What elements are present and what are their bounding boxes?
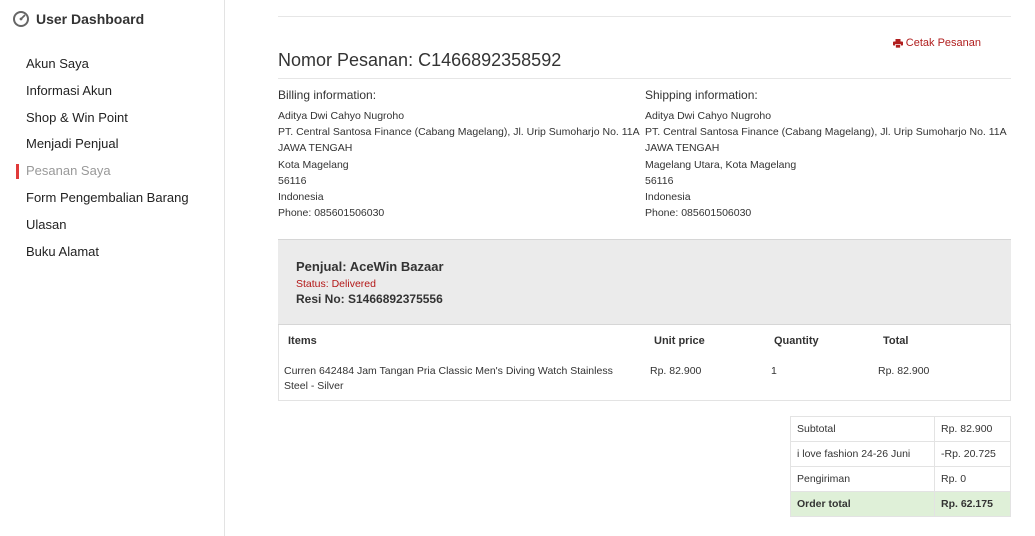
header-total: Total — [883, 335, 909, 347]
subtotal-value: Rp. 82.900 — [934, 416, 1011, 442]
totals-row: Order total Rp. 62.175 — [790, 491, 1011, 517]
sidebar-item-akun-saya[interactable]: Akun Saya — [16, 51, 189, 78]
totals-row: Subtotal Rp. 82.900 — [790, 416, 1011, 442]
item-name: Curren 642484 Jam Tangan Pria Classic Me… — [284, 364, 634, 394]
order-total-label: Order total — [790, 491, 935, 517]
sidebar-item-pesanan-saya[interactable]: Pesanan Saya — [16, 158, 189, 185]
shipping-city: Magelang Utara, Kota Magelang — [645, 158, 797, 171]
dashboard-gauge-icon — [12, 10, 30, 28]
subtotal-label: Subtotal — [790, 416, 935, 442]
header-items: Items — [288, 335, 317, 347]
seller-name: Penjual: AceWin Bazaar — [296, 259, 444, 274]
sidebar-item-shop-win-point[interactable]: Shop & Win Point — [16, 105, 189, 132]
item-unit-price: Rp. 82.900 — [650, 365, 702, 377]
discount-label: i love fashion 24-26 Juni — [790, 441, 935, 467]
dashboard-title: User Dashboard — [36, 11, 145, 27]
order-totals: Subtotal Rp. 82.900 i love fashion 24-26… — [790, 416, 1011, 517]
shipping-postcode: 56116 — [645, 174, 674, 187]
items-table: Items Unit price Quantity Total Curren 6… — [278, 325, 1011, 401]
header-unit-price: Unit price — [654, 335, 705, 347]
divider — [278, 78, 1011, 79]
sidebar-item-informasi-akun[interactable]: Informasi Akun — [16, 78, 189, 105]
item-total: Rp. 82.900 — [878, 365, 930, 377]
dashboard-header: User Dashboard — [12, 10, 144, 28]
delivery-status: Status: Delivered — [296, 278, 376, 290]
printer-icon — [892, 38, 903, 48]
billing-postcode: 56116 — [278, 174, 307, 187]
shipping-name: Aditya Dwi Cahyo Nugroho — [645, 110, 772, 122]
totals-row: Pengiriman Rp. 0 — [790, 466, 1011, 492]
item-quantity: 1 — [771, 365, 777, 377]
print-order-link[interactable]: Cetak Pesanan — [892, 37, 981, 49]
sidebar-nav: Akun Saya Informasi Akun Shop & Win Poin… — [16, 51, 189, 265]
sidebar-item-buku-alamat[interactable]: Buku Alamat — [16, 239, 189, 266]
tracking-number: Resi No: S1466892375556 — [296, 292, 443, 306]
billing-heading: Billing information: — [278, 88, 377, 102]
divider — [278, 16, 1011, 17]
shipping-phone: Phone: 085601506030 — [645, 207, 752, 220]
discount-value: -Rp. 20.725 — [934, 441, 1011, 467]
order-total-value: Rp. 62.175 — [934, 491, 1011, 517]
shipping-heading: Shipping information: — [645, 88, 758, 102]
billing-name: Aditya Dwi Cahyo Nugroho — [278, 110, 405, 122]
sidebar-item-menjadi-penjual[interactable]: Menjadi Penjual — [16, 131, 189, 158]
billing-information: Billing information: Aditya Dwi Cahyo Nu… — [278, 88, 648, 221]
billing-city: Kota Magelang — [278, 158, 349, 171]
sidebar: User Dashboard Akun Saya Informasi Akun … — [0, 0, 225, 536]
seller-panel: Penjual: AceWin Bazaar Status: Delivered… — [278, 239, 1011, 325]
shipping-cost-value: Rp. 0 — [934, 466, 1011, 492]
order-detail: Cetak Pesanan Nomor Pesanan: C1466892358… — [278, 0, 1011, 536]
shipping-information: Shipping information: Aditya Dwi Cahyo N… — [645, 88, 1015, 221]
header-quantity: Quantity — [774, 335, 819, 347]
shipping-country: Indonesia — [645, 191, 691, 204]
shipping-province: JAWA TENGAH — [645, 142, 720, 155]
item-name-line1: Curren 642484 Jam Tangan Pria Classic Me… — [284, 365, 613, 377]
billing-country: Indonesia — [278, 191, 324, 204]
totals-row: i love fashion 24-26 Juni -Rp. 20.725 — [790, 441, 1011, 467]
order-number-title: Nomor Pesanan: C1466892358592 — [278, 50, 562, 70]
sidebar-item-ulasan[interactable]: Ulasan — [16, 212, 189, 239]
billing-phone: Phone: 085601506030 — [278, 207, 385, 220]
shipping-address: PT. Central Santosa Finance (Cabang Mage… — [645, 126, 1007, 139]
billing-province: JAWA TENGAH — [278, 142, 353, 155]
shipping-cost-label: Pengiriman — [790, 466, 935, 492]
sidebar-item-form-pengembalian[interactable]: Form Pengembalian Barang — [16, 185, 189, 212]
billing-address: PT. Central Santosa Finance (Cabang Mage… — [278, 126, 640, 139]
item-name-line2: Steel - Silver — [284, 380, 344, 392]
print-order-label: Cetak Pesanan — [905, 37, 981, 49]
